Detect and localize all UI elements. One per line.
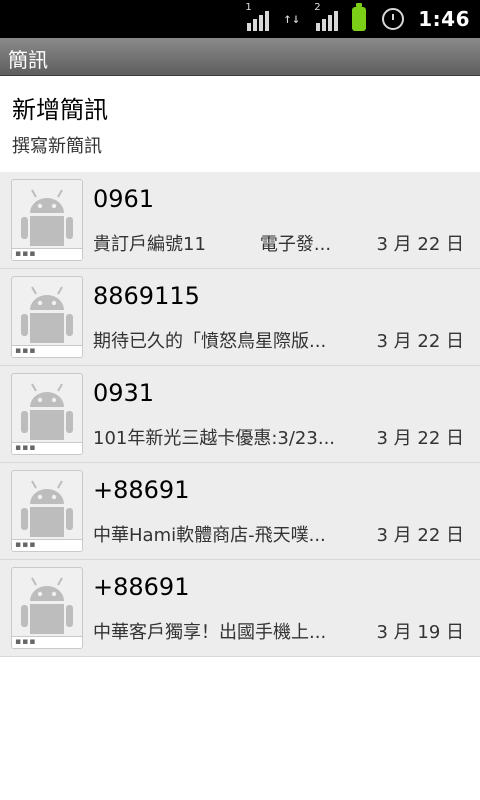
contact-avatar[interactable]: ▪▪▪: [11, 276, 83, 358]
data-icon: ↑↓: [283, 11, 301, 27]
avatar-badge: ▪▪▪: [12, 345, 82, 357]
message-snippet: 中華Hami軟體商店-飛天噗...: [93, 525, 326, 546]
sim1-label: 1: [245, 2, 252, 13]
contact-avatar[interactable]: ▪▪▪: [11, 470, 83, 552]
conversation-row[interactable]: ▪▪▪ 0931 101年新光三越卡優惠:3/23... 3 月 22 日: [0, 366, 480, 463]
android-avatar-icon: [21, 189, 73, 246]
contact-avatar[interactable]: ▪▪▪: [11, 373, 83, 455]
message-snippet: 貴訂戶編號11 電子發...: [93, 234, 332, 255]
message-date: 3 月 22 日: [376, 525, 464, 546]
android-avatar-icon: [21, 577, 73, 634]
message-date: 3 月 19 日: [376, 622, 464, 643]
status-bar: 1 ↑↓ 2 1:46: [0, 0, 480, 38]
new-message-subtitle: 撰寫新簡訊: [12, 136, 102, 157]
sender-name: 0961: [93, 185, 155, 213]
conversation-row[interactable]: ▪▪▪ 0961 貴訂戶編號11 電子發... 3 月 22 日: [0, 172, 480, 269]
sender-name: +88691: [93, 573, 190, 601]
conversation-list: ▪▪▪ 0961 貴訂戶編號11 電子發... 3 月 22 日 ▪▪▪ 886…: [0, 172, 480, 657]
new-message-title: 新增簡訊: [12, 96, 108, 124]
sender-name: +88691: [93, 476, 190, 504]
conversation-row[interactable]: ▪▪▪ +88691 中華客戶獨享！出國手機上... 3 月 19 日: [0, 560, 480, 657]
status-icons: 1 ↑↓ 2 1:46: [245, 0, 480, 38]
android-avatar-icon: [21, 480, 73, 537]
alarm-icon: [382, 8, 405, 30]
signal-icon: 1: [245, 2, 270, 31]
app-title: 簡訊: [8, 48, 48, 72]
android-avatar-icon: [21, 383, 73, 440]
message-snippet: 101年新光三越卡優惠:3/23...: [93, 428, 336, 449]
signal-icon: 2: [314, 2, 339, 31]
avatar-badge: ▪▪▪: [12, 248, 82, 260]
status-time: 1:46: [418, 7, 470, 31]
message-date: 3 月 22 日: [376, 428, 464, 449]
message-date: 3 月 22 日: [376, 234, 464, 255]
contact-avatar[interactable]: ▪▪▪: [11, 179, 83, 261]
contact-avatar[interactable]: ▪▪▪: [11, 567, 83, 649]
sender-name: 8869115: [93, 282, 200, 310]
new-message-item[interactable]: 新增簡訊 撰寫新簡訊: [0, 76, 480, 172]
sender-name: 0931: [93, 379, 155, 407]
message-snippet: 期待已久的「憤怒鳥星際版...: [93, 331, 327, 352]
avatar-badge: ▪▪▪: [12, 636, 82, 648]
message-date: 3 月 22 日: [376, 331, 464, 352]
message-snippet: 中華客戶獨享！出國手機上...: [93, 622, 327, 643]
app-title-bar: 簡訊: [0, 38, 480, 76]
sim2-label: 2: [314, 2, 321, 13]
avatar-badge: ▪▪▪: [12, 442, 82, 454]
battery-icon: [352, 3, 367, 31]
conversation-row[interactable]: ▪▪▪ +88691 中華Hami軟體商店-飛天噗... 3 月 22 日: [0, 463, 480, 560]
avatar-badge: ▪▪▪: [12, 539, 82, 551]
android-avatar-icon: [21, 286, 73, 343]
conversation-row[interactable]: ▪▪▪ 8869115 期待已久的「憤怒鳥星際版... 3 月 22 日: [0, 269, 480, 366]
